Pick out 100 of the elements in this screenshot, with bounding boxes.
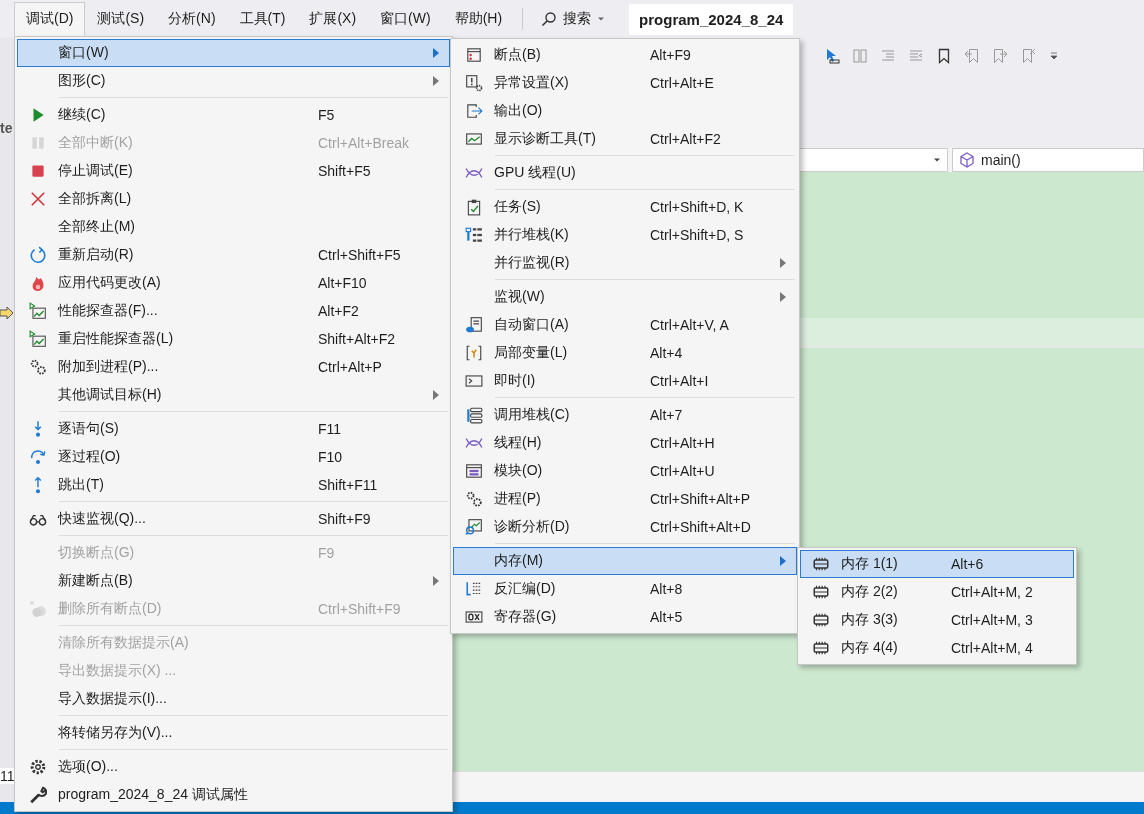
menu-item[interactable]: 其他调试目标(H) [17, 381, 450, 409]
menu-item[interactable]: 重启性能探查器(L) Shift+Alt+F2 [17, 325, 450, 353]
shortcut-text: Alt+4 [650, 345, 684, 361]
menu-item[interactable]: 内存 3(3) Ctrl+Alt+M, 3 [800, 606, 1074, 634]
memory-chip-icon [812, 583, 830, 601]
menu-item[interactable]: 线程(H) Ctrl+Alt+H [453, 429, 797, 457]
menu-bar-item[interactable]: 扩展(X) [297, 2, 369, 36]
menu-item[interactable]: 跳出(T) Shift+F11 [17, 471, 450, 499]
magnifier-chart-icon [465, 518, 483, 536]
search-button[interactable]: 搜索 [535, 6, 612, 32]
submenu-arrow-icon [433, 76, 439, 86]
shortcut-text: Ctrl+Shift+Alt+D [650, 519, 752, 535]
shortcut-text: F10 [318, 449, 344, 465]
shortcut-text: Ctrl+Alt+P [318, 359, 383, 375]
caret-icon [597, 15, 606, 23]
menu-item[interactable]: 选项(O)... [17, 753, 450, 781]
call-stack-icon [465, 406, 483, 424]
bookmark-previous-icon[interactable] [964, 48, 980, 64]
menu-item[interactable]: 性能探查器(F)... Alt+F2 [17, 297, 450, 325]
menu-item[interactable]: 调用堆栈(C) Alt+7 [453, 401, 797, 429]
menu-item[interactable]: 逐语句(S) F11 [17, 415, 450, 443]
menu-item[interactable]: 内存 2(2) Ctrl+Alt+M, 2 [800, 578, 1074, 606]
menu-item[interactable]: 并行堆栈(K) Ctrl+Shift+D, S [453, 221, 797, 249]
menu-item[interactable]: GPU 线程(U) [453, 159, 797, 187]
menu-item[interactable]: program_2024_8_24 调试属性 [17, 781, 450, 809]
auto-window-icon [465, 316, 483, 334]
menu-item[interactable]: 即时(I) Ctrl+Alt+I [453, 367, 797, 395]
menu-item[interactable]: 断点(B) Alt+F9 [453, 41, 797, 69]
menu-item[interactable]: 导入数据提示(I)... [17, 685, 450, 713]
menu-item[interactable]: 全部拆离(L) [17, 185, 450, 213]
menu-item[interactable]: 并行监视(R) [453, 249, 797, 277]
shortcut-text: Ctrl+Shift+D, S [650, 227, 745, 243]
bookmark-icon[interactable] [936, 48, 952, 64]
shortcut-text: Ctrl+Shift+F5 [318, 247, 402, 263]
menu-item[interactable]: 重新启动(R) Ctrl+Shift+F5 [17, 241, 450, 269]
menu-item[interactable]: 全部终止(M) [17, 213, 450, 241]
menu-item[interactable]: 监视(W) [453, 283, 797, 311]
chart-icon [29, 330, 47, 348]
menu-item[interactable]: 应用代码更改(A) Alt+F10 [17, 269, 450, 297]
register-icon [465, 608, 483, 626]
menu-item[interactable]: 将转储另存为(V)... [17, 719, 450, 747]
menu-item[interactable]: 自动窗口(A) Ctrl+Alt+V, A [453, 311, 797, 339]
menu-bar-item[interactable]: 帮助(H) [442, 2, 515, 36]
cross-icon [29, 190, 47, 208]
menu-item[interactable]: 内存 4(4) Ctrl+Alt+M, 4 [800, 634, 1074, 662]
menu-item[interactable]: 继续(C) F5 [17, 101, 450, 129]
menu-bar-item[interactable]: 分析(N) [156, 2, 228, 36]
menu-item[interactable]: 内存(M) [453, 547, 797, 575]
menu-item[interactable]: 窗口(W) [17, 39, 450, 67]
menu-bar-item[interactable]: 工具(T) [227, 2, 298, 36]
memory-chip-icon [812, 611, 830, 629]
submenu-arrow-icon [780, 258, 786, 268]
menu-item[interactable]: 诊断分析(D) Ctrl+Shift+Alt+D [453, 513, 797, 541]
menu-item[interactable]: 停止调试(E) Shift+F5 [17, 157, 450, 185]
menu-bar-item[interactable]: 测试(S) [85, 2, 157, 36]
outdent-icon[interactable] [908, 48, 924, 64]
menu-item[interactable]: 异常设置(X) Ctrl+Alt+E [453, 69, 797, 97]
menu-item[interactable]: 寄存器(G) Alt+5 [453, 603, 797, 631]
shortcut-text: Ctrl+Shift+Alt+P [650, 491, 751, 507]
bookmark-next-icon[interactable] [992, 48, 1008, 64]
breakpoints-icon [29, 600, 47, 618]
menu-item[interactable]: 进程(P) Ctrl+Shift+Alt+P [453, 485, 797, 513]
shortcut-text: Ctrl+Alt+M, 4 [951, 640, 1034, 656]
menu-item[interactable]: 新建断点(B) [17, 567, 450, 595]
shortcut-text: Ctrl+Alt+U [650, 463, 716, 479]
shortcut-text: Ctrl+Alt+H [650, 435, 716, 451]
menu-item[interactable]: 模块(O) Ctrl+Alt+U [453, 457, 797, 485]
menu-item[interactable]: 显示诊断工具(T) Ctrl+Alt+F2 [453, 125, 797, 153]
tab-title: te [0, 120, 14, 136]
menu-item[interactable]: 输出(O) [453, 97, 797, 125]
arrow-icon [0, 306, 14, 320]
menu-item[interactable]: 局部变量(L) Alt+4 [453, 339, 797, 367]
cursor-icon[interactable] [824, 48, 840, 64]
bookmark-clear-icon[interactable] [1020, 48, 1036, 64]
submenu-arrow-icon [780, 556, 786, 566]
shortcut-text: Ctrl+Shift+D, K [650, 199, 745, 215]
menu-bar-item[interactable]: 调试(D) [14, 2, 86, 36]
shortcut-text: Alt+7 [650, 407, 684, 423]
menu-bar-item[interactable]: 窗口(W) [368, 2, 443, 36]
menu-item[interactable]: 图形(C) [17, 67, 450, 95]
menu-item[interactable]: 快速监视(Q)... Shift+F9 [17, 505, 450, 533]
clipboard-check-icon [465, 198, 483, 216]
columns-icon[interactable] [852, 48, 868, 64]
submenu-arrow-icon [780, 292, 786, 302]
menu-item[interactable]: 反汇编(D) Alt+8 [453, 575, 797, 603]
output-icon [465, 102, 483, 120]
shortcut-text: Ctrl+Alt+I [650, 373, 710, 389]
menu-item[interactable]: 逐过程(O) F10 [17, 443, 450, 471]
parallel-stacks-icon [465, 226, 483, 244]
menu-item[interactable]: 内存 1(1) Alt+6 [800, 550, 1074, 578]
function-dropdown[interactable]: main() [952, 148, 1144, 172]
menu-item[interactable]: 任务(S) Ctrl+Shift+D, K [453, 193, 797, 221]
restart-icon [29, 246, 47, 264]
shortcut-text: F5 [318, 107, 336, 123]
shortcut-text: Ctrl+Shift+F9 [318, 601, 402, 617]
shortcut-text: F11 [318, 421, 343, 437]
menu-item[interactable]: 附加到进程(P)... Ctrl+Alt+P [17, 353, 450, 381]
indent-icon[interactable] [880, 48, 896, 64]
shortcut-text: Shift+F11 [318, 477, 379, 493]
shortcut-text: Shift+F9 [318, 511, 372, 527]
